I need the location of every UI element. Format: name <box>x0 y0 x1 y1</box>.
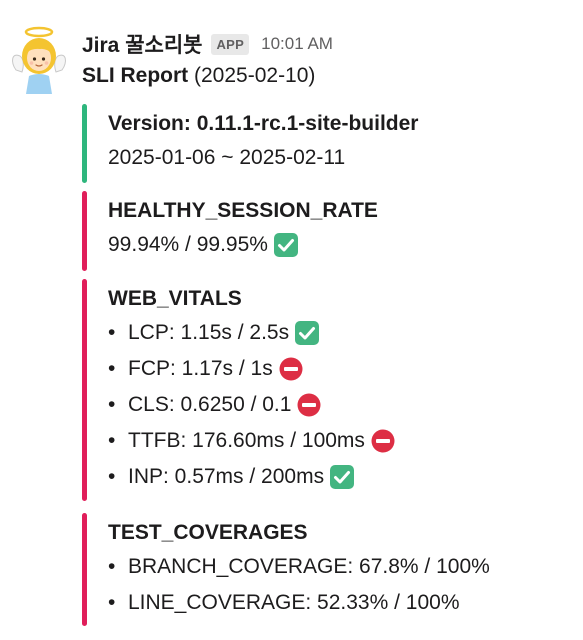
version-date-range: 2025-01-06 ~ 2025-02-11 <box>108 146 346 169</box>
list-item: • LINE_COVERAGE: 52.33% / 100% <box>108 585 562 621</box>
check-mark-icon <box>330 465 355 489</box>
healthy-session-title: HEALTHY_SESSION_RATE <box>108 199 378 222</box>
healthy-session-row: 99.94% / 99.95% <box>108 227 562 263</box>
list-item-text: INP: 0.57ms / 200ms <box>128 465 325 488</box>
report-title-strong: SLI Report <box>82 64 189 87</box>
list-item-text: CLS: 0.6250 / 0.1 <box>128 393 292 416</box>
list-item-text: TTFB: 176.60ms / 100ms <box>128 429 365 452</box>
check-mark-icon <box>295 321 320 345</box>
list-item: • TTFB: 176.60ms / 100ms <box>108 423 562 459</box>
check-mark-icon <box>273 233 298 257</box>
list-item: • BRANCH_COVERAGE: 67.8% / 100% <box>108 549 562 585</box>
test-coverages-attachment: TEST_COVERAGES • BRANCH_COVERAGE: 67.8% … <box>82 513 562 626</box>
list-item-text: BRANCH_COVERAGE: 67.8% / 100% <box>128 555 490 578</box>
no-entry-icon <box>371 429 395 453</box>
bot-avatar[interactable] <box>10 26 68 94</box>
attachment-color-bar <box>82 513 87 626</box>
healthy-session-attachment: HEALTHY_SESSION_RATE 99.94% / 99.95% <box>82 191 562 271</box>
test-coverages-title: TEST_COVERAGES <box>108 521 308 544</box>
list-item-text: LCP: 1.15s / 2.5s <box>128 321 290 344</box>
report-title-date: (2025-02-10) <box>188 64 316 87</box>
sender-name[interactable]: Jira 꿀소리봇 <box>82 29 202 59</box>
attachment-color-bar <box>82 191 87 271</box>
no-entry-icon <box>297 393 321 417</box>
list-item-text: LINE_COVERAGE: 52.33% / 100% <box>128 591 460 614</box>
attachment-color-bar <box>82 104 87 183</box>
bot-message: Jira 꿀소리봇 APP 10:01 AM SLI Report (2025-… <box>0 0 583 640</box>
version-attachment: Version: 0.11.1-rc.1-site-builder 2025-0… <box>82 104 562 183</box>
list-item: • FCP: 1.17s / 1s <box>108 351 562 387</box>
list-item: • LCP: 1.15s / 2.5s <box>108 315 562 351</box>
list-item-text: FCP: 1.17s / 1s <box>128 357 273 380</box>
healthy-session-value: 99.94% / 99.95% <box>108 233 268 256</box>
version-title: Version: 0.11.1-rc.1-site-builder <box>108 112 419 135</box>
message-timestamp[interactable]: 10:01 AM <box>261 34 333 54</box>
report-title: SLI Report (2025-02-10) <box>82 64 315 88</box>
web-vitals-title: WEB_VITALS <box>108 287 242 310</box>
attachment-color-bar <box>82 279 87 501</box>
list-item: • CLS: 0.6250 / 0.1 <box>108 387 562 423</box>
app-badge: APP <box>211 33 250 55</box>
angel-avatar-icon <box>12 26 66 94</box>
web-vitals-attachment: WEB_VITALS • LCP: 1.15s / 2.5s • FCP: 1.… <box>82 279 562 501</box>
message-header: Jira 꿀소리봇 APP 10:01 AM <box>82 28 333 60</box>
no-entry-icon <box>279 357 303 381</box>
list-item: • INP: 0.57ms / 200ms <box>108 459 562 495</box>
